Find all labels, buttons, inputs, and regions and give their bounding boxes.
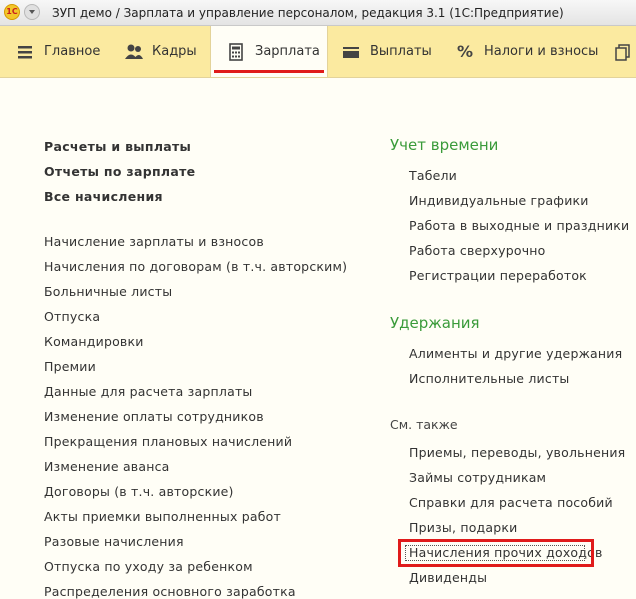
left-link[interactable]: Разовые начисления [44, 534, 184, 549]
section-taxes[interactable]: % Налоги и взносы [456, 26, 598, 77]
right-link[interactable]: Займы сотрудникам [409, 470, 546, 485]
chevron-down-icon [29, 10, 35, 14]
right-link[interactable]: Приемы, переводы, увольнения [409, 445, 625, 460]
left-link[interactable]: Командировки [44, 334, 144, 349]
left-link[interactable]: Больничные листы [44, 284, 172, 299]
link-calc-payments[interactable]: Расчеты и выплаты [44, 139, 191, 154]
right-link[interactable]: Призы, подарки [409, 520, 517, 535]
left-link[interactable]: Прекращения плановых начислений [44, 434, 292, 449]
calculator-icon [227, 42, 245, 61]
left-link[interactable]: Отпуска по уходу за ребенком [44, 559, 253, 574]
left-link[interactable]: Изменение аванса [44, 459, 170, 474]
people-icon [124, 43, 143, 61]
left-link[interactable]: Начисления по договорам (в т.ч. авторски… [44, 259, 347, 274]
section-label: Выплаты [370, 44, 432, 59]
right-link[interactable]: Работа сверхурочно [409, 243, 546, 258]
app-logo[interactable]: 1С [4, 4, 20, 20]
percent-icon: % [456, 41, 474, 61]
section-payments[interactable]: Выплаты [342, 26, 432, 77]
right-link[interactable]: Справки для расчета пособий [409, 495, 613, 510]
right-link[interactable]: Работа в выходные и праздники [409, 218, 629, 233]
menu-icon [16, 43, 34, 61]
section-more[interactable] [614, 26, 636, 77]
left-link[interactable]: Отпуска [44, 309, 100, 324]
highlight-box [398, 539, 594, 567]
right-link[interactable]: Дивиденды [409, 570, 487, 585]
left-link[interactable]: Изменение оплаты сотрудников [44, 409, 264, 424]
copy-icon [614, 43, 632, 61]
section-label: Зарплата [255, 44, 320, 59]
right-link[interactable]: Алименты и другие удержания [409, 346, 622, 361]
left-link[interactable]: Акты приемки выполненных работ [44, 509, 281, 524]
main-menu-dropdown[interactable] [24, 4, 40, 20]
left-link[interactable]: Начисление зарплаты и взносов [44, 234, 264, 249]
group-heading-see-also: См. также [390, 417, 458, 432]
left-link[interactable]: Премии [44, 359, 96, 374]
section-main[interactable]: Главное [16, 26, 100, 77]
window-titlebar: 1С ЗУП демо / Зарплата и управление перс… [0, 0, 636, 26]
section-label: Кадры [152, 44, 197, 59]
section-hr[interactable]: Кадры [124, 26, 197, 77]
right-link[interactable]: Табели [409, 168, 457, 183]
link-salary-reports[interactable]: Отчеты по зарплате [44, 164, 195, 179]
section-label: Главное [44, 44, 101, 59]
link-all-accruals[interactable]: Все начисления [44, 189, 163, 204]
left-link[interactable]: Договоры (в т.ч. авторские) [44, 484, 234, 499]
group-heading-time: Учет времени [390, 136, 499, 154]
left-link[interactable]: Распределения основного заработка [44, 584, 296, 599]
active-section-underline [214, 70, 324, 73]
right-link[interactable]: Регистрации переработок [409, 268, 587, 283]
section-label: Налоги и взносы [484, 44, 599, 59]
wallet-icon [342, 43, 360, 61]
right-link[interactable]: Индивидуальные графики [409, 193, 589, 208]
right-link[interactable]: Исполнительные листы [409, 371, 570, 386]
group-heading-deductions: Удержания [390, 314, 480, 332]
left-link[interactable]: Данные для расчета зарплаты [44, 384, 253, 399]
window-title: ЗУП демо / Зарплата и управление персона… [52, 6, 564, 20]
